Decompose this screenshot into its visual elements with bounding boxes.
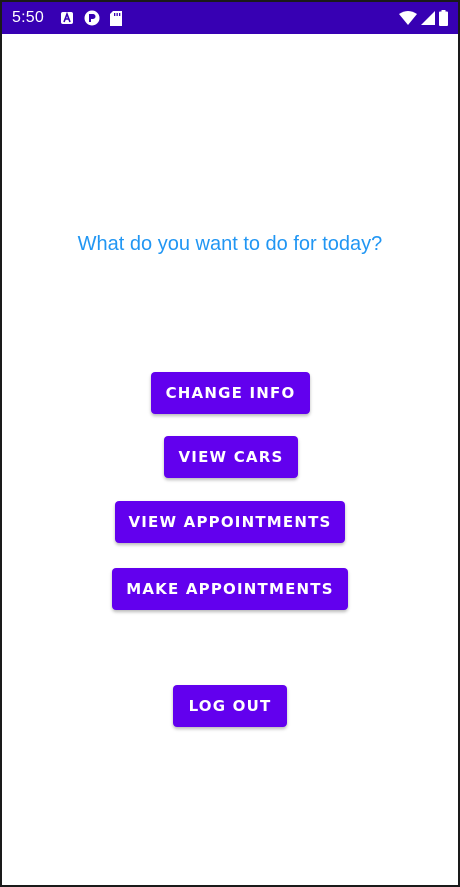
- sync-circle-icon: [84, 10, 100, 26]
- phone-screen: 5:50 What do you want to do for today? C…: [0, 0, 460, 887]
- view-appointments-button[interactable]: VIEW APPOINTMENTS: [115, 501, 345, 543]
- status-time: 5:50: [12, 9, 44, 26]
- notification-icons: [60, 10, 122, 26]
- change-info-button[interactable]: CHANGE INFO: [151, 372, 310, 414]
- greeting-question: What do you want to do for today?: [77, 233, 383, 255]
- view-cars-button[interactable]: VIEW CARS: [164, 436, 298, 478]
- android-a-icon: [60, 11, 74, 25]
- status-bar: 5:50: [2, 2, 458, 34]
- log-out-button[interactable]: LOG OUT: [173, 685, 287, 727]
- cell-signal-icon: [421, 11, 435, 25]
- system-icons: [399, 10, 448, 26]
- wifi-icon: [399, 11, 417, 25]
- make-appointments-button[interactable]: MAKE APPOINTMENTS: [112, 568, 348, 610]
- battery-icon: [439, 10, 448, 26]
- sd-card-icon: [109, 10, 122, 26]
